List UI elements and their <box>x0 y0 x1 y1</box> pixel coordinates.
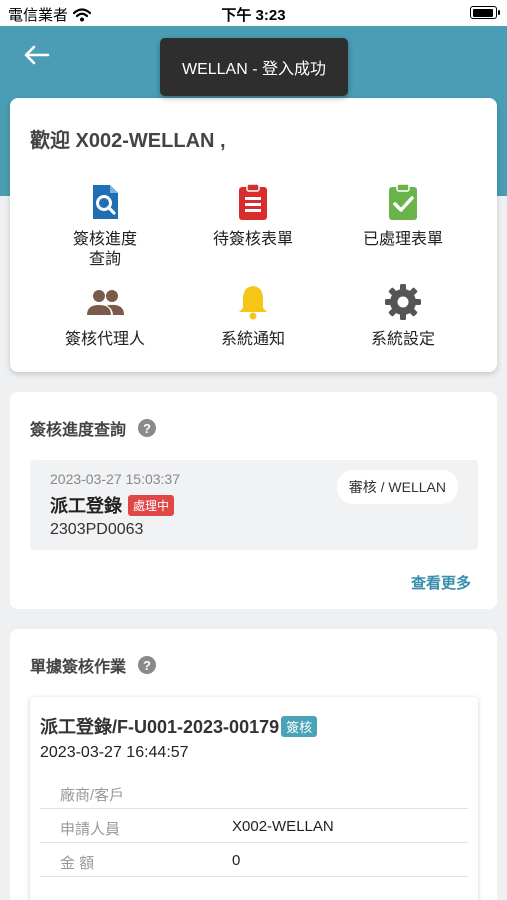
view-more-link[interactable]: 查看更多 <box>411 572 471 593</box>
menu-sign-progress[interactable]: 簽核進度 查詢 <box>30 182 180 270</box>
help-icon[interactable]: ? <box>138 419 157 437</box>
document-timestamp: 2023-03-27 16:44:57 <box>40 744 189 761</box>
welcome-greeting: 歡迎 X002-WELLAN , <box>30 130 226 152</box>
field-label: 金 額 <box>60 855 95 872</box>
menu-label: 待簽核表單 <box>212 231 293 248</box>
menu-label: 簽核進度 查詢 <box>72 231 137 268</box>
gear-icon <box>385 284 421 320</box>
menu-pending-forms[interactable]: 待簽核表單 <box>178 182 328 250</box>
item-title: 派工登錄 <box>50 496 122 516</box>
menu-label: 簽核代理人 <box>64 331 145 348</box>
section-title: 單據簽核作業 ? <box>30 653 157 677</box>
menu-system-notice[interactable]: 系統通知 <box>178 282 328 350</box>
section-title-text: 單據簽核作業 <box>30 659 127 676</box>
document-title-row: 派工登錄/F-U001-2023-00179 簽核 <box>40 713 318 739</box>
item-title-row: 派工登錄 處理中 <box>50 492 175 518</box>
item-code: 2303PD0063 <box>50 521 144 538</box>
sign-progress-card: 簽核進度查詢 ? 2023-03-27 15:03:37 派工登錄 處理中 23… <box>10 392 497 609</box>
status-bar: 電信業者 下午 3:23 <box>0 0 507 26</box>
field-value: 0 <box>232 852 241 869</box>
menu-label: 系統設定 <box>370 331 435 348</box>
document-field-row: 申請人員 X002-WELLAN <box>40 809 468 843</box>
field-value: X002-WELLAN <box>232 818 334 835</box>
document-sign-card: 單據簽核作業 ? 派工登錄/F-U001-2023-00179 簽核 2023-… <box>10 629 497 900</box>
sign-badge: 簽核 <box>281 715 318 737</box>
status-badge: 處理中 <box>128 494 175 516</box>
document-field-row: 金 額 0 <box>40 843 468 877</box>
document-search-icon <box>93 185 118 219</box>
document-field-row: 廠商/客戶 <box>40 775 468 809</box>
section-title-text: 簽核進度查詢 <box>30 422 127 439</box>
clipboard-check-icon <box>389 183 417 220</box>
people-icon <box>87 290 124 315</box>
field-label: 申請人員 <box>60 821 121 838</box>
document-item[interactable]: 派工登錄/F-U001-2023-00179 簽核 2023-03-27 16:… <box>30 697 478 900</box>
menu-sign-agent[interactable]: 簽核代理人 <box>30 282 180 350</box>
menu-processed-forms[interactable]: 已處理表單 <box>328 182 478 250</box>
battery-icon <box>470 6 500 19</box>
bell-icon <box>239 286 267 320</box>
clock: 下午 3:23 <box>221 7 286 24</box>
back-arrow-icon[interactable] <box>22 44 50 66</box>
help-icon[interactable]: ? <box>138 656 157 674</box>
reviewer-tag: 審核 / WELLAN <box>336 470 458 504</box>
login-success-toast: WELLAN - 登入成功 <box>160 38 348 96</box>
section-title: 簽核進度查詢 ? <box>30 416 157 440</box>
document-title: 派工登錄/F-U001-2023-00179 <box>40 717 280 737</box>
menu-system-settings[interactable]: 系統設定 <box>328 282 478 350</box>
menu-label: 系統通知 <box>220 331 285 348</box>
field-label: 廠商/客戶 <box>60 787 125 804</box>
item-timestamp: 2023-03-27 15:03:37 <box>50 471 180 487</box>
welcome-card: 歡迎 X002-WELLAN , 簽核進度 查詢 待簽核表單 已處理表單 簽核代… <box>10 98 497 372</box>
progress-list-item[interactable]: 2023-03-27 15:03:37 派工登錄 處理中 2303PD0063 … <box>30 460 478 550</box>
clipboard-list-icon <box>239 183 267 220</box>
menu-label: 已處理表單 <box>362 231 443 248</box>
